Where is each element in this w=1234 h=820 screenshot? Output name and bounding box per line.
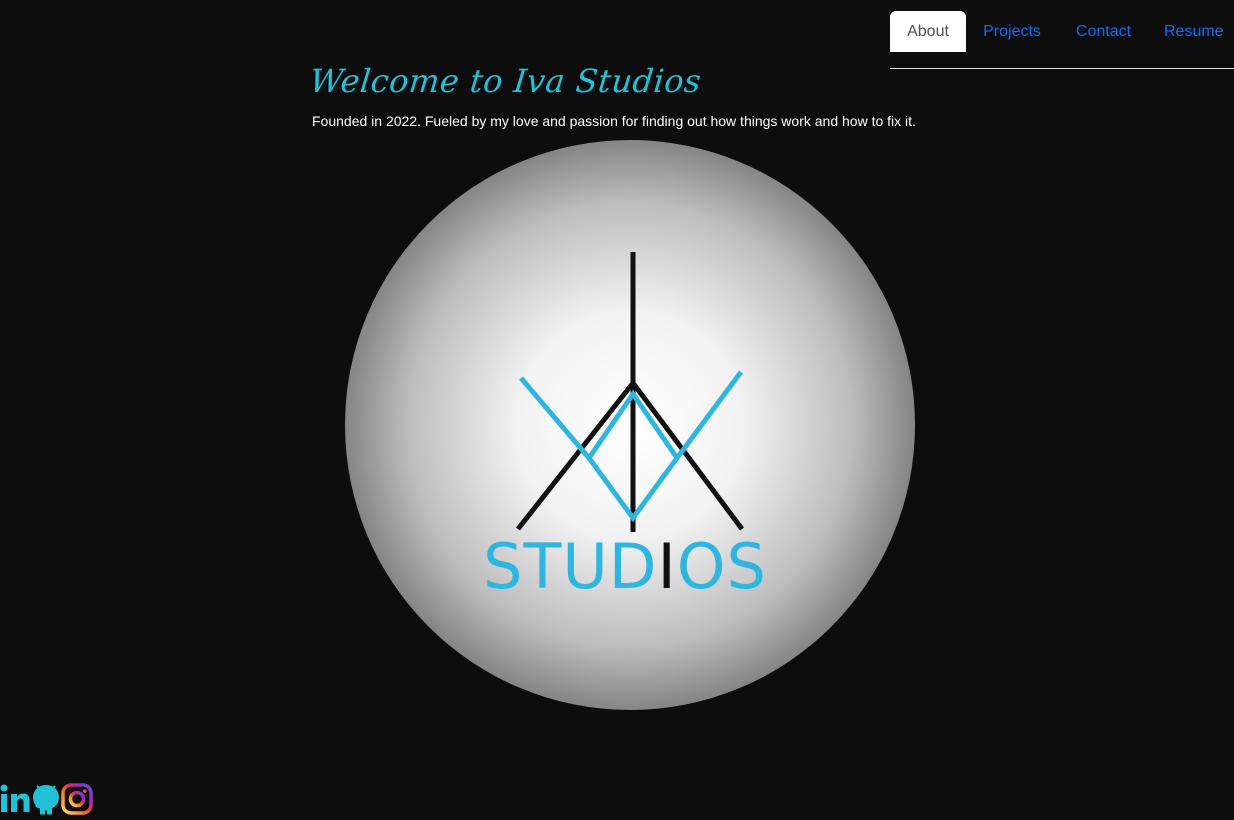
tab-contact[interactable]: Contact <box>1058 11 1149 52</box>
instagram-icon[interactable] <box>61 783 93 815</box>
logo-studios-stud: STUD <box>483 530 657 603</box>
tab-about[interactable]: About <box>890 11 966 52</box>
linkedin-icon[interactable] <box>0 783 30 815</box>
tab-resume[interactable]: Resume <box>1149 11 1234 52</box>
github-icon[interactable] <box>32 783 60 815</box>
logo-a-left-leg <box>516 381 635 531</box>
iva-studios-logo: STUDIOS <box>483 252 767 603</box>
logo-studios-text: STUDIOS <box>483 530 767 603</box>
logo-studios-i: I <box>657 530 676 603</box>
page-subtitle: Founded in 2022. Fueled by my love and p… <box>312 113 916 129</box>
nav-tabs: About Projects Contact Resume <box>890 11 1234 69</box>
social-links <box>0 783 100 815</box>
tab-projects[interactable]: Projects <box>966 11 1058 52</box>
page-title: Welcome to Iva Studios <box>308 62 704 100</box>
logo-a-right-leg <box>630 381 745 531</box>
logo-studios-os: OS <box>677 530 767 603</box>
